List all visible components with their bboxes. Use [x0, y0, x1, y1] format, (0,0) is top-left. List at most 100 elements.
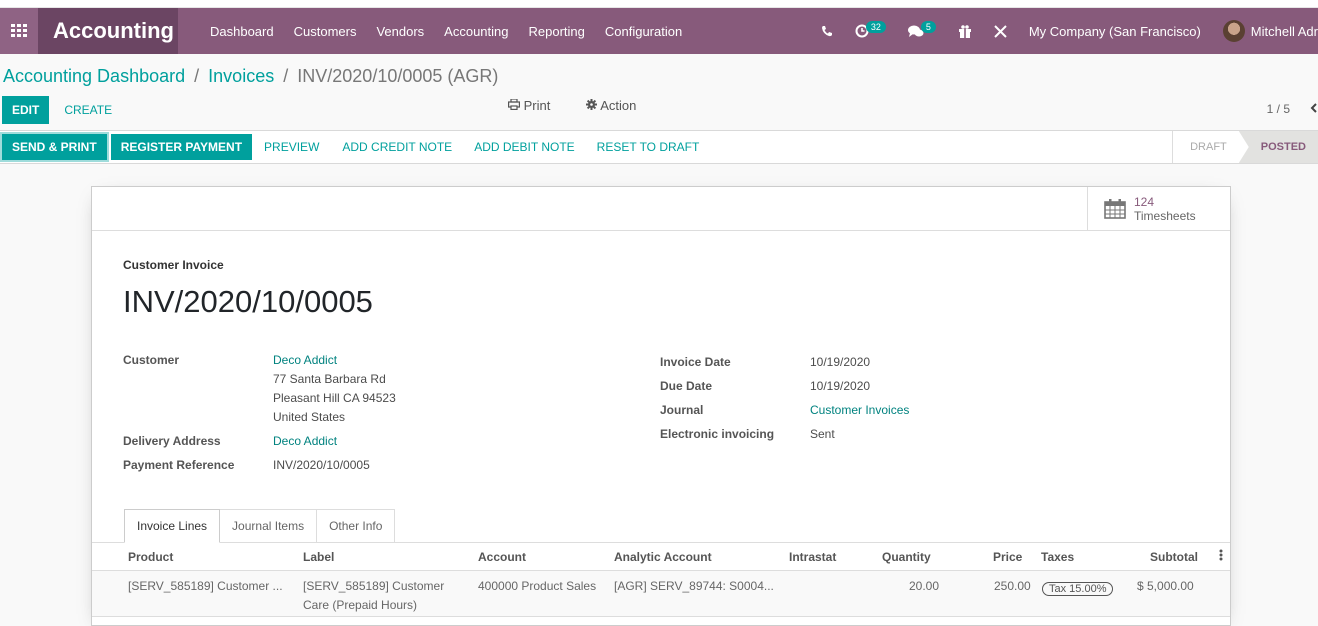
col-account[interactable]: Account [478, 550, 526, 564]
company-switcher[interactable]: My Company (San Francisco) [1029, 24, 1201, 39]
col-quantity[interactable]: Quantity [882, 550, 931, 564]
col-price[interactable]: Price [993, 550, 1022, 564]
action-sidebar: Print Action [508, 98, 672, 113]
grid-icon [11, 24, 27, 37]
gear-icon [586, 99, 598, 110]
activities-button[interactable]: 32 [855, 21, 886, 38]
optional-columns-toggle[interactable] [1219, 549, 1223, 564]
action-label: Action [600, 98, 637, 113]
tab-invoice-lines[interactable]: Invoice Lines [124, 509, 221, 543]
gift-button[interactable] [958, 24, 972, 38]
col-subtotal[interactable]: Subtotal [1150, 550, 1198, 564]
button-box: 124 Timesheets [92, 187, 1230, 231]
action-dropdown[interactable]: Action [586, 98, 654, 113]
edit-button[interactable]: EDIT [2, 96, 50, 124]
invoice-date-label: Invoice Date [660, 355, 731, 369]
breadcrumb-invoices[interactable]: Invoices [208, 66, 274, 86]
user-avatar [1222, 20, 1245, 42]
app-name: Accounting [53, 18, 174, 43]
company-name: My Company (San Francisco) [1028, 23, 1201, 39]
chevron-left-icon [1310, 103, 1317, 113]
breadcrumb: Accounting Dashboard / Invoices / INV/20… [0, 54, 1318, 90]
menu-reporting[interactable]: Reporting [529, 24, 585, 39]
menu-accounting[interactable]: Accounting [444, 24, 508, 39]
cell-taxes: Tax 15.00% [1042, 579, 1114, 598]
invoice-number: INV/2020/10/0005 [123, 284, 373, 319]
apps-menu-button[interactable] [0, 8, 38, 54]
user-menu[interactable]: Mitchell Adr [1222, 20, 1318, 42]
add-credit-note-button[interactable]: ADD CREDIT NOTE [331, 140, 463, 154]
tab-journal-items[interactable]: Journal Items [219, 509, 318, 543]
col-intrastat[interactable]: Intrastat [789, 550, 836, 564]
breadcrumb-accounting-dashboard[interactable]: Accounting Dashboard [3, 66, 185, 86]
add-debit-note-button[interactable]: ADD DEBIT NOTE [463, 140, 585, 154]
activities-count-badge: 32 [865, 21, 886, 33]
timesheets-smart-button[interactable]: 124 Timesheets [1087, 187, 1230, 230]
control-panel-buttons: EDIT CREATE Print Action 1 / 5 [0, 90, 1318, 130]
invoice-statusbar: SEND & PRINT REGISTER PAYMENT PREVIEW AD… [0, 130, 1318, 164]
pager-value[interactable]: 1 / 5 [1267, 102, 1290, 116]
electronic-invoicing-value: Sent [810, 427, 835, 441]
register-payment-button[interactable]: REGISTER PAYMENT [110, 134, 253, 160]
breadcrumb-current: INV/2020/10/0005 (AGR) [297, 66, 499, 86]
col-taxes[interactable]: Taxes [1041, 550, 1074, 564]
debug-tools-button[interactable] [994, 24, 1007, 38]
customer-link[interactable]: Deco Addict [273, 353, 337, 367]
invoice-lines-table: Product Label Account Analytic Account I… [92, 542, 1230, 617]
delivery-address-label: Delivery Address [123, 433, 221, 448]
messages-count-badge: 5 [920, 21, 936, 33]
address-line-3: United States [273, 409, 346, 424]
left-field-group: Customer Deco Addict 77 Santa Barbara Rd … [123, 350, 396, 474]
col-label[interactable]: Label [303, 550, 334, 564]
notebook-tabs: Invoice Lines Journal Items Other Info [124, 509, 396, 543]
right-field-group: Invoice Date 10/19/2020 Due Date 10/19/202… [660, 350, 909, 446]
tax-badge: Tax 15.00% [1042, 582, 1114, 596]
payment-reference-label: Payment Reference [123, 457, 235, 472]
browser-top-strip [0, 0, 1318, 8]
invoice-date-value: 10/19/2020 [810, 355, 871, 369]
voip-button[interactable] [821, 25, 833, 37]
cell-account: 400000 Product Sales [478, 579, 597, 593]
cell-product: [SERV_585189] Customer ... [128, 579, 283, 593]
table-row[interactable]: [SERV_585189] Customer ... [SERV_585189]… [92, 571, 1230, 617]
print-dropdown[interactable]: Print [508, 98, 568, 113]
pager: 1 / 5 [1267, 102, 1318, 116]
breadcrumb-separator: / [283, 66, 289, 86]
breadcrumb-separator: / [194, 66, 200, 86]
journal-link[interactable]: Customer Invoices [810, 403, 909, 417]
pager-previous-button[interactable] [1310, 102, 1318, 116]
print-icon [508, 98, 521, 111]
reset-to-draft-button[interactable]: RESET TO DRAFT [586, 140, 711, 154]
delivery-address-link[interactable]: Deco Addict [273, 434, 337, 448]
payment-reference-value: INV/2020/10/0005 [273, 457, 370, 472]
phone-icon [821, 26, 832, 37]
app-brand[interactable]: Accounting [38, 8, 178, 54]
menu-configuration[interactable]: Configuration [605, 24, 682, 39]
col-product[interactable]: Product [128, 550, 173, 564]
messages-button[interactable]: 5 [907, 21, 936, 38]
form-sheet: 124 Timesheets Customer Invoice INV/2020… [91, 186, 1231, 626]
invoice-type: Customer Invoice [123, 258, 224, 272]
stage-posted[interactable]: POSTED [1238, 131, 1318, 163]
tab-other-info[interactable]: Other Info [316, 509, 396, 543]
gift-icon [958, 24, 971, 38]
menu-customers[interactable]: Customers [294, 24, 357, 39]
menu-vendors[interactable]: Vendors [376, 24, 424, 39]
stage-draft[interactable]: DRAFT [1173, 131, 1239, 163]
due-date-value: 10/19/2020 [810, 379, 871, 393]
col-analytic-account[interactable]: Analytic Account [614, 550, 712, 564]
user-name: Mitchell Adr [1250, 23, 1318, 39]
cell-quantity: 20.00 [909, 579, 940, 593]
cell-label-line-2: Care (Prepaid Hours) [303, 598, 418, 612]
journal-label: Journal [660, 403, 704, 417]
create-button[interactable]: CREATE [49, 103, 124, 117]
print-label: Print [523, 98, 551, 113]
send-print-button[interactable]: SEND & PRINT [2, 134, 107, 160]
tools-icon [994, 24, 1007, 38]
systray: 32 5 My Company (San Francisco) Mitchell… [821, 8, 1318, 54]
menu-dashboard[interactable]: Dashboard [210, 24, 274, 39]
main-navbar: Accounting Dashboard Customers Vendors A… [0, 8, 1318, 54]
status-stages: DRAFT POSTED [1172, 131, 1318, 163]
cell-label-line-1: [SERV_585189] Customer [303, 579, 445, 593]
preview-button[interactable]: PREVIEW [252, 140, 331, 154]
